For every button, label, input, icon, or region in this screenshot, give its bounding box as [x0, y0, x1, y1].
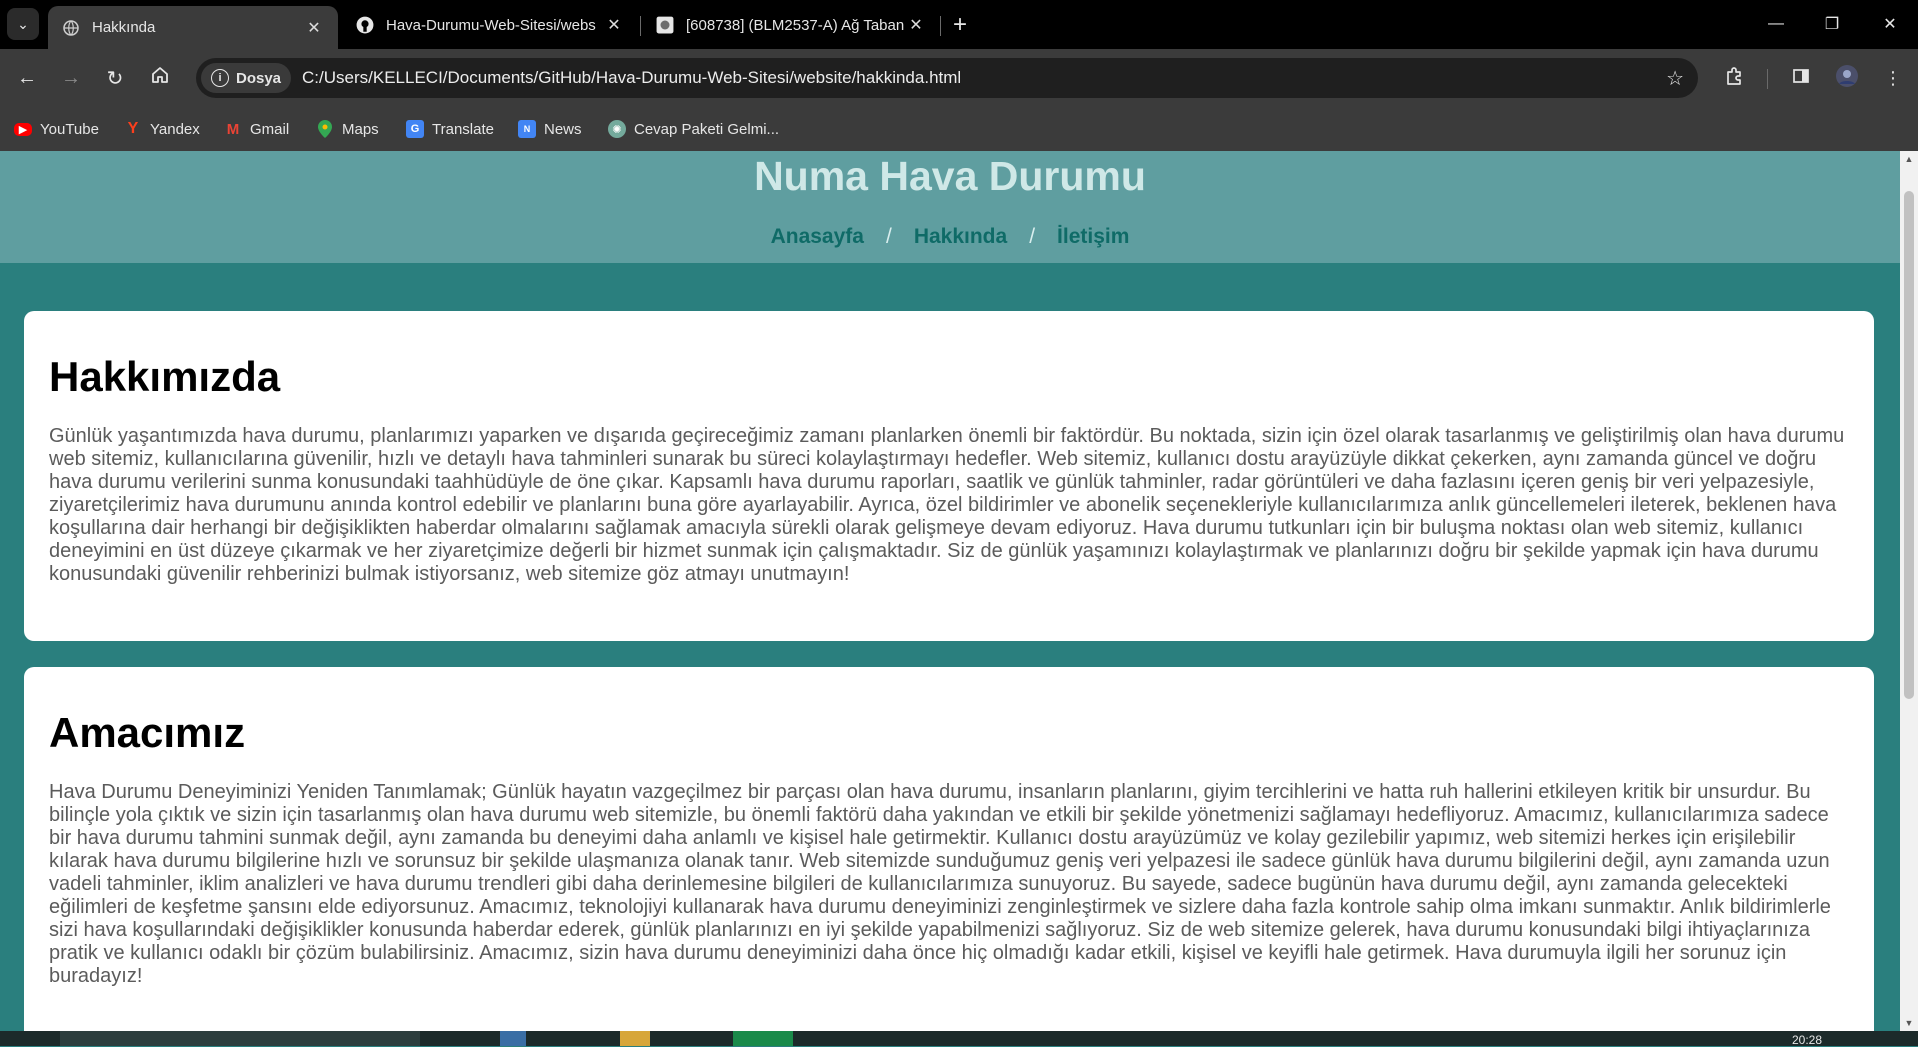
bookmark-news[interactable]: N News [518, 115, 582, 143]
info-icon: i [211, 69, 229, 87]
tab-github[interactable]: Hava-Durumu-Web-Sitesi/webs ✕ [342, 6, 638, 44]
taskbar-search[interactable] [60, 1031, 420, 1046]
profile-button[interactable] [1830, 61, 1864, 95]
translate-icon: G [406, 120, 424, 138]
maps-icon [316, 120, 334, 138]
moodle-icon [656, 16, 674, 34]
github-icon [356, 16, 374, 34]
site-info-label: Dosya [236, 69, 282, 87]
bookmark-chatgpt[interactable]: ✺ Cevap Paketi Gelmi... [608, 115, 779, 143]
puzzle-icon [1724, 66, 1744, 91]
scroll-thumb[interactable] [1904, 191, 1914, 699]
close-window-button[interactable]: ✕ [1870, 8, 1910, 40]
extensions-button[interactable] [1717, 61, 1751, 95]
url-text[interactable]: C:/Users/KELLECI/Documents/GitHub/Hava-D… [302, 68, 961, 88]
tab-title: Hava-Durumu-Web-Sitesi/webs [386, 16, 596, 34]
side-panel-icon [1791, 66, 1811, 91]
scroll-down-icon[interactable]: ▼ [1903, 1017, 1915, 1029]
gmail-icon: M [226, 120, 240, 138]
new-tab-button[interactable]: + [945, 10, 975, 40]
about-card: Hakkımızda Günlük yaşantımızda hava duru… [24, 311, 1874, 641]
tab-strip: ⌄ Hakkında ✕ Hava-Durumu-Web-Sitesi/webs… [0, 0, 1918, 49]
restore-button[interactable]: ❐ [1812, 8, 1852, 40]
yandex-icon: Y [127, 120, 139, 137]
minimize-icon: — [1768, 15, 1784, 32]
close-tab-icon[interactable]: ✕ [304, 18, 324, 38]
close-tab-icon[interactable]: ✕ [604, 15, 624, 35]
close-tab-icon[interactable]: ✕ [906, 15, 926, 35]
bookmark-label: Maps [342, 120, 379, 138]
nav-link-anasayfa[interactable]: Anasayfa [771, 225, 864, 248]
os-taskbar: 20:28 [0, 1031, 1918, 1047]
close-icon: ✕ [1883, 16, 1897, 33]
news-icon: N [518, 120, 536, 138]
taskbar-clock: 20:28 [1792, 1033, 1823, 1047]
nav-separator: / [885, 225, 892, 248]
chevron-down-icon: ⌄ [17, 15, 29, 32]
section-heading: Hakkımızda [49, 353, 281, 400]
home-icon [150, 65, 170, 91]
more-vertical-icon: ⋮ [1884, 67, 1902, 88]
bookmark-gmail[interactable]: M Gmail [224, 115, 289, 143]
folder-icon[interactable] [620, 1031, 650, 1046]
bookmark-translate[interactable]: G Translate [406, 115, 494, 143]
bookmark-yandex[interactable]: Y Yandex [124, 115, 200, 143]
tab-moodle[interactable]: [608738] (BLM2537-A) Ağ Taban ✕ [642, 6, 940, 44]
site-nav: Anasayfa / Hakkında / İletişim [0, 225, 1900, 249]
nav-link-hakkinda[interactable]: Hakkında [914, 225, 1007, 248]
back-button[interactable]: ← [10, 61, 44, 95]
bookmark-label: Gmail [250, 120, 290, 138]
section-heading: Amacımız [49, 709, 246, 756]
site-header: Numa Hava Durumu Anasayfa / Hakkında / İleti… [0, 151, 1900, 263]
bookmark-star-icon[interactable]: ☆ [1666, 66, 1684, 91]
chatgpt-icon: ✺ [608, 120, 626, 138]
tab-divider [940, 16, 941, 36]
page-viewport: Numa Hava Durumu Anasayfa / Hakkında / İleti… [0, 151, 1900, 1031]
bookmark-label: Yandex [150, 120, 200, 138]
tab-title: [608738] (BLM2537-A) Ağ Taban [686, 16, 905, 34]
scroll-up-icon[interactable]: ▲ [1903, 153, 1915, 165]
browser-menu-button[interactable]: ⋮ [1876, 61, 1910, 95]
nav-link-iletisim[interactable]: İletişim [1057, 225, 1129, 248]
browser-toolbar: ← → ↻ i Dosya C:/Users/KELLECI/Documents… [0, 49, 1918, 107]
page-scrollbar[interactable]: ▲ ▼ [1900, 151, 1918, 1031]
bookmark-label: News [544, 120, 582, 138]
forward-button[interactable]: → [54, 61, 88, 95]
bookmark-label: Cevap Paketi Gelmi... [634, 120, 780, 138]
reload-icon: ↻ [106, 67, 124, 90]
taskbar-active-app[interactable] [733, 1031, 793, 1046]
plus-icon: + [952, 11, 967, 38]
taskbar-app-icon[interactable] [500, 1031, 526, 1046]
bookmark-label: Translate [432, 120, 494, 138]
globe-icon [62, 19, 80, 37]
avatar [1835, 64, 1859, 93]
arrow-left-icon: ← [17, 66, 37, 89]
address-bar[interactable]: i Dosya C:/Users/KELLECI/Documents/GitHu… [196, 58, 1698, 98]
bookmark-label: YouTube [40, 120, 99, 138]
arrow-right-icon: → [61, 66, 81, 89]
tab-hakkinda[interactable]: Hakkında ✕ [48, 6, 338, 49]
nav-separator: / [1029, 225, 1036, 248]
purpose-card: Amacımız Hava Durumu Deneyiminizi Yenide… [24, 667, 1874, 1031]
restore-icon: ❐ [1824, 16, 1840, 33]
bookmarks-bar: ▶ YouTube Y Yandex M Gmail Maps G Transl… [0, 107, 1918, 151]
minimize-button[interactable]: — [1756, 8, 1796, 40]
section-text: Günlük yaşantımızda hava durumu, planlar… [49, 425, 1845, 585]
bookmark-youtube[interactable]: ▶ YouTube [14, 115, 99, 143]
bookmark-maps[interactable]: Maps [316, 115, 379, 143]
site-info-chip[interactable]: i Dosya [201, 63, 292, 93]
youtube-icon: ▶ [14, 122, 32, 136]
section-text: Hava Durumu Deneyiminizi Yeniden Tanımla… [49, 781, 1831, 987]
tab-divider [640, 16, 641, 36]
home-button[interactable] [143, 61, 177, 95]
tab-title: Hakkında [92, 19, 156, 36]
toolbar-divider [1767, 69, 1768, 89]
side-panel-button[interactable] [1784, 61, 1818, 95]
site-title: Numa Hava Durumu [754, 153, 1146, 199]
reload-button[interactable]: ↻ [98, 61, 132, 95]
tab-search-button[interactable]: ⌄ [7, 8, 39, 40]
